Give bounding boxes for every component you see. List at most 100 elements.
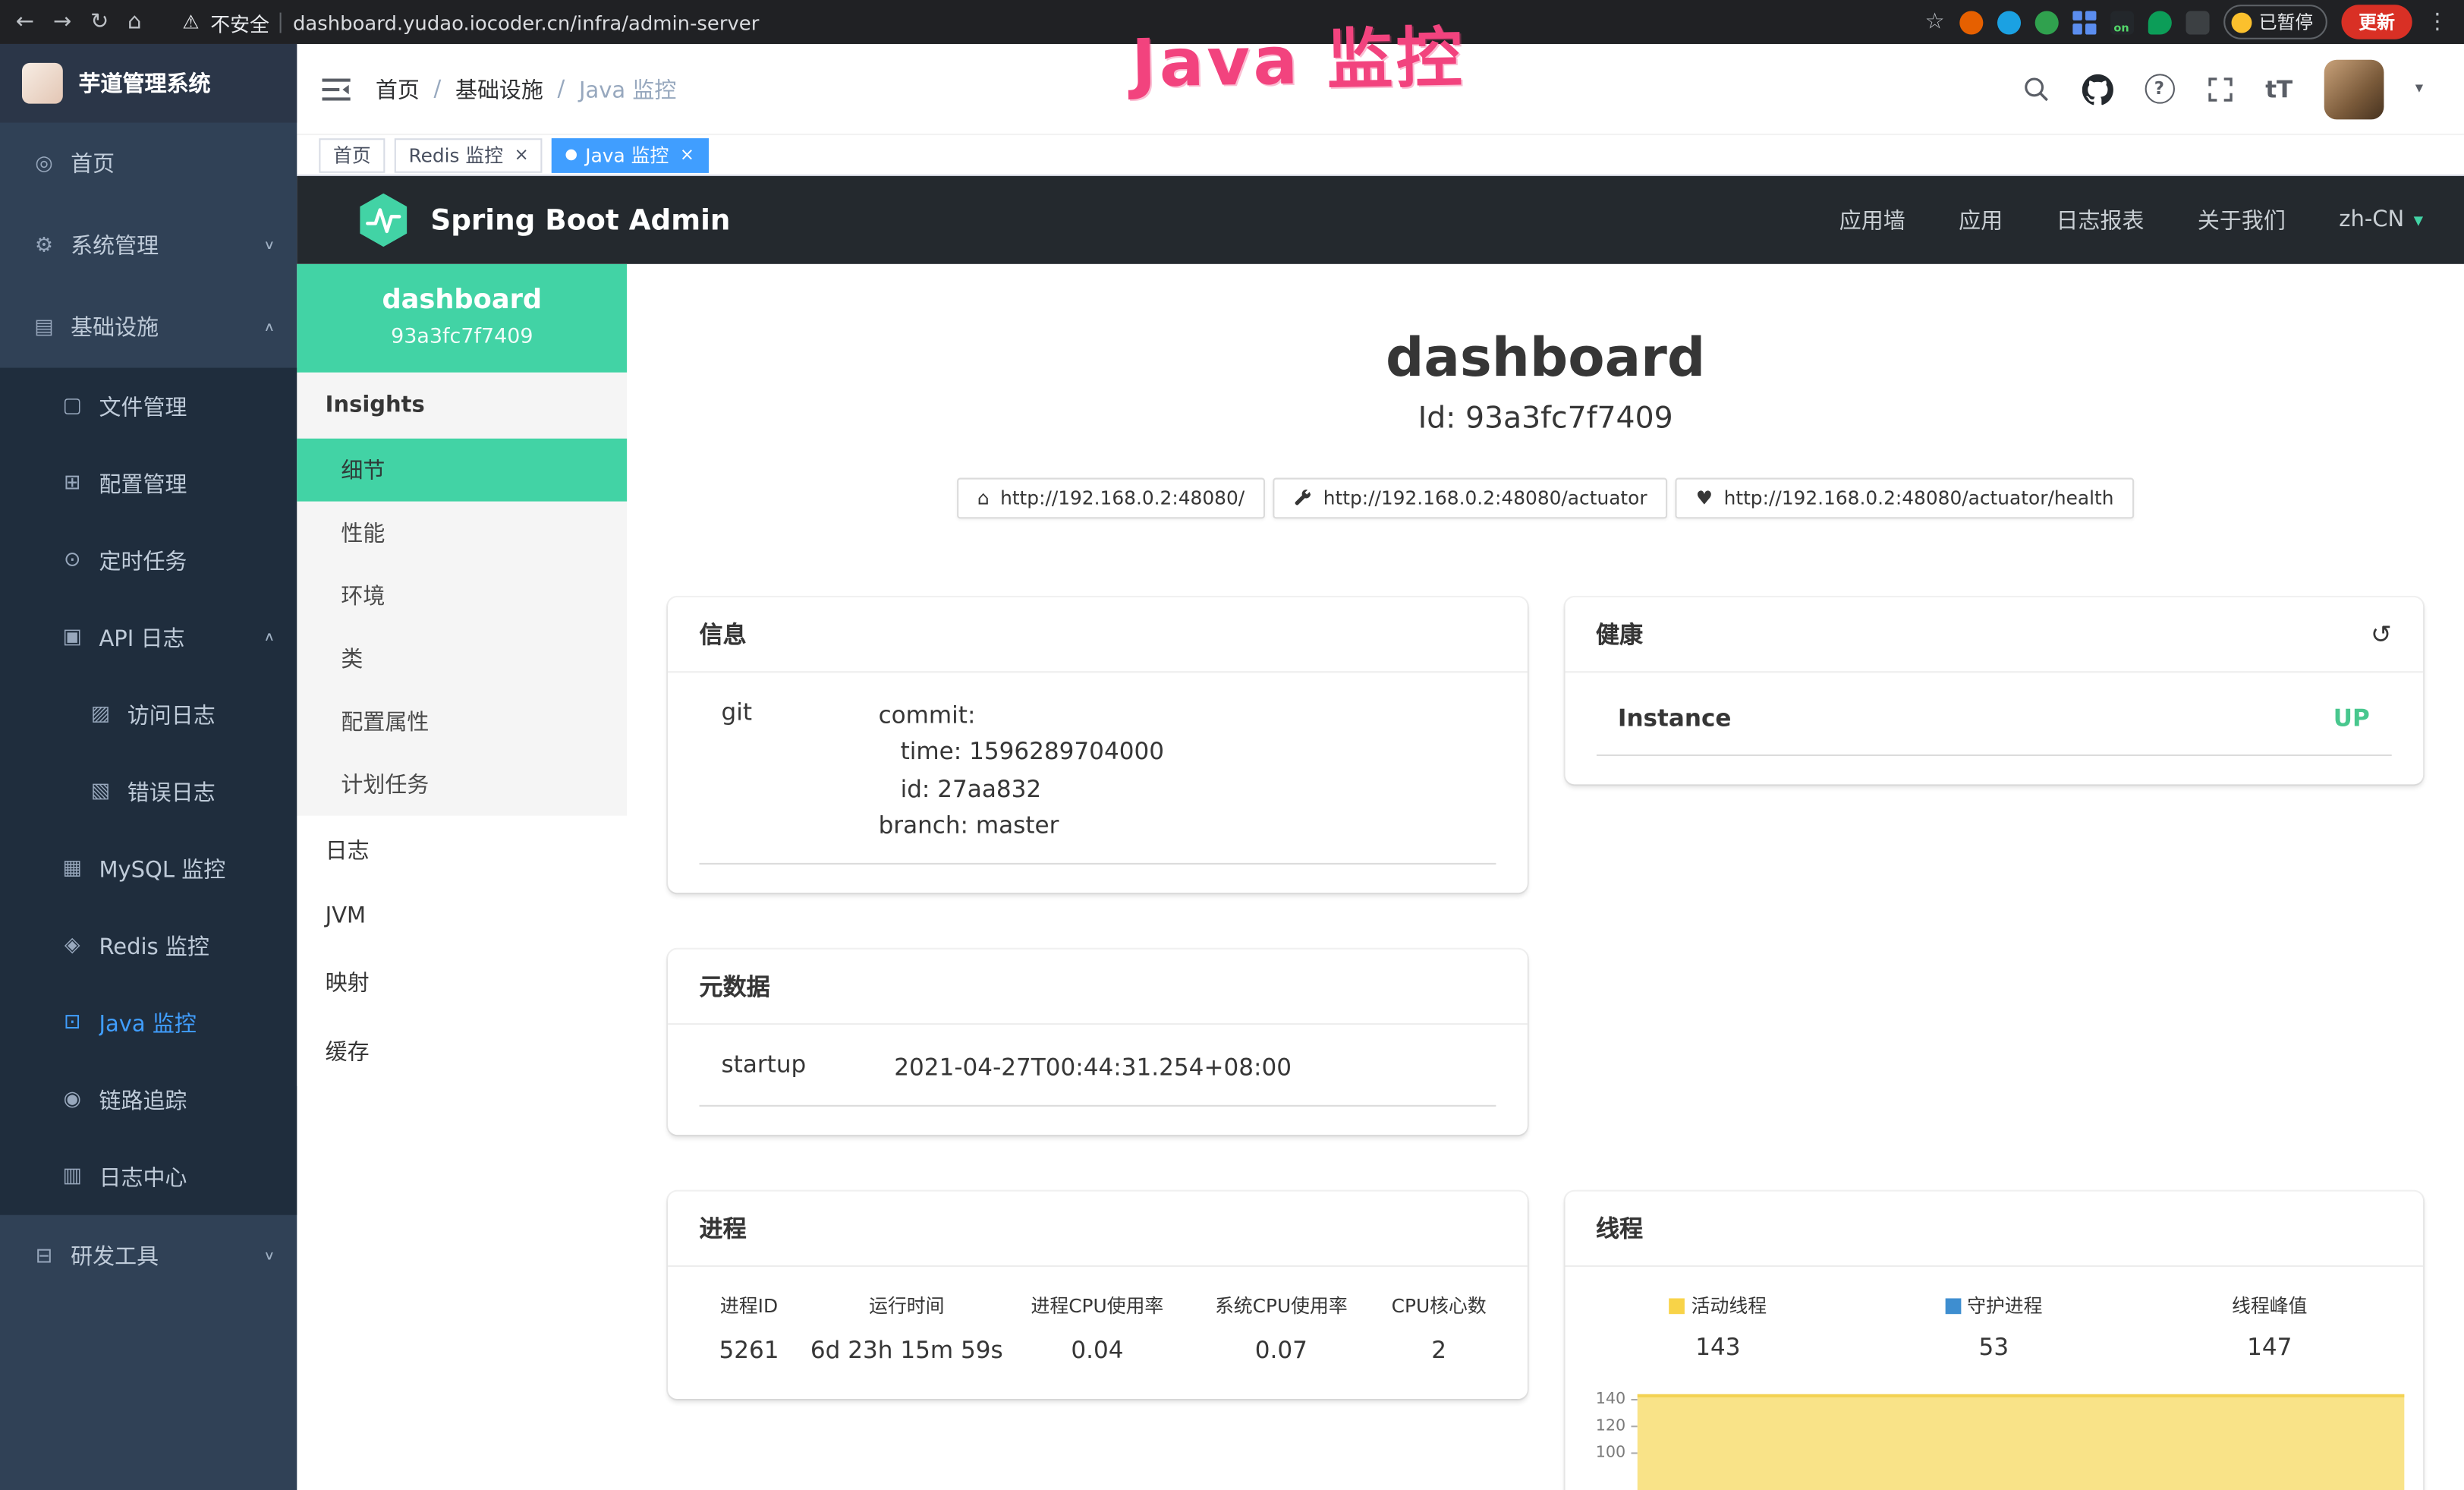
legend-value: 143	[1580, 1334, 1855, 1362]
sidebar-item-file-management[interactable]: ▢ 文件管理	[0, 368, 297, 445]
update-button[interactable]: 更新	[2341, 5, 2412, 39]
paused-badge[interactable]: 已暂停	[2223, 5, 2327, 39]
tab-java-monitor[interactable]: Java 监控 ×	[552, 137, 709, 172]
sidebar-item-api-logs[interactable]: ▣ API 日志 ∧	[0, 599, 297, 676]
breadcrumb-infrastructure[interactable]: 基础设施	[455, 73, 543, 104]
app-title: 芋道管理系统	[79, 68, 211, 99]
chevron-down-icon: ∨	[263, 238, 275, 252]
chart-y-axis: 140 120 100	[1586, 1384, 1636, 1490]
sba-nav-wallboard[interactable]: 应用墙	[1839, 204, 1905, 235]
legend-square-yellow-icon	[1669, 1298, 1685, 1314]
fullscreen-icon[interactable]	[2205, 74, 2233, 102]
sidebar-toggle-icon[interactable]	[323, 76, 351, 101]
card-title: 信息	[700, 618, 747, 650]
chevron-down-icon: ▾	[2414, 209, 2423, 231]
sidebar-item-dev-tools[interactable]: ⊟ 研发工具 ∨	[0, 1215, 297, 1297]
sidebar-item-scheduled-jobs[interactable]: ⊙ 定时任务	[0, 522, 297, 599]
bookmark-star-icon[interactable]: ☆	[1925, 11, 1945, 33]
sba-item-logs[interactable]: 日志	[297, 816, 627, 885]
tab-label: Redis 监控	[408, 141, 503, 168]
sidebar-item-redis-monitor[interactable]: ◈ Redis 监控	[0, 907, 297, 984]
sidebar-item-label: 基础设施	[71, 311, 249, 342]
sidebar-item-label: MySQL 监控	[99, 852, 275, 884]
process-card: 进程 进程ID 5261 运行时间 6d 23h 15m	[668, 1192, 1527, 1399]
avatar-caret-icon[interactable]: ▾	[2415, 80, 2423, 98]
sba-item-environment[interactable]: 环境	[297, 564, 627, 627]
extension-fox-icon[interactable]	[1959, 10, 1982, 33]
legend-peak-threads: 线程峰值 147	[2132, 1293, 2407, 1362]
sba-locale-select[interactable]: zh-CN ▾	[2339, 207, 2423, 232]
browser-menu-icon[interactable]: ⋮	[2426, 11, 2448, 33]
legend-value: 147	[2132, 1334, 2407, 1362]
sba-brand[interactable]: Spring Boot Admin	[430, 203, 730, 236]
tab-home[interactable]: 首页	[319, 137, 385, 172]
address-bar[interactable]: ⚠ 不安全 dashboard.yudao.iocoder.cn/infra/a…	[182, 7, 759, 36]
sba-nav-applications[interactable]: 应用	[1959, 204, 2003, 235]
tab-redis-monitor[interactable]: Redis 监控 ×	[395, 137, 543, 172]
extension-leaf-icon[interactable]	[2148, 10, 2171, 33]
help-icon[interactable]: ?	[2145, 74, 2174, 103]
sidebar-item-home[interactable]: ◎ 首页	[0, 123, 297, 205]
active-dot	[566, 150, 577, 160]
sba-item-jvm[interactable]: JVM	[297, 885, 627, 948]
health-url-link[interactable]: ♥ http://192.168.0.2:48080/actuator/heal…	[1676, 478, 2135, 519]
chevron-down-icon: ∨	[263, 1249, 275, 1262]
sba-instance-header[interactable]: dashboard 93a3fc7f7409	[297, 264, 627, 373]
extensions-puzzle-icon[interactable]	[2185, 10, 2208, 33]
sba-item-scheduled-tasks[interactable]: 计划任务	[297, 753, 627, 816]
browser-home-icon[interactable]: ⌂	[127, 11, 141, 33]
security-warning-label[interactable]: 不安全	[210, 7, 269, 36]
sidebar-item-access-logs[interactable]: ▨ 访问日志	[0, 676, 297, 752]
back-icon[interactable]: ←	[16, 11, 34, 33]
y-tick: 120	[1596, 1413, 1637, 1440]
sidebar-item-infrastructure[interactable]: ▤ 基础设施 ∧	[0, 286, 297, 368]
actuator-url-link[interactable]: http://192.168.0.2:48080/actuator	[1273, 478, 1667, 519]
breadcrumb-home[interactable]: 首页	[376, 73, 420, 104]
history-icon[interactable]: ↺	[2371, 619, 2392, 649]
search-icon[interactable]	[2022, 74, 2050, 102]
sidebar-item-error-logs[interactable]: ▧ 错误日志	[0, 753, 297, 830]
service-url-link[interactable]: ⌂ http://192.168.0.2:48080/	[957, 478, 1265, 519]
sidebar-menu: ◎ 首页 ⚙ 系统管理 ∨ ▤ 基础设施 ∧ ▢ 文件管理	[0, 123, 297, 1297]
sba-item-config-props[interactable]: 配置属性	[297, 690, 627, 753]
sidebar-item-tracing[interactable]: ◉ 链路追踪	[0, 1061, 297, 1138]
close-icon[interactable]: ×	[680, 145, 694, 165]
sidebar-item-java-monitor[interactable]: ⊡ Java 监控	[0, 984, 297, 1060]
sba-item-caches[interactable]: 缓存	[297, 1017, 627, 1086]
threads-card: 线程 活动线程 143	[1564, 1192, 2423, 1490]
extension-green-icon[interactable]	[2034, 10, 2058, 33]
threads-chart: 140 120 100	[1564, 1384, 2423, 1490]
detail-cards: 信息 git commit: time: 1596289704000 id: 2	[668, 597, 2423, 1490]
extension-grid-icon[interactable]	[2072, 10, 2095, 33]
avatar[interactable]	[2324, 59, 2384, 119]
close-icon[interactable]: ×	[515, 145, 529, 165]
font-size-icon[interactable]: tT	[2265, 74, 2292, 102]
card-title: 线程	[1596, 1212, 1643, 1245]
sidebar-item-mysql-monitor[interactable]: ▦ MySQL 监控	[0, 830, 297, 906]
instance-links: ⌂ http://192.168.0.2:48080/ http://192.1…	[668, 478, 2423, 519]
sba-item-mappings[interactable]: 映射	[297, 948, 627, 1017]
sidebar-item-system[interactable]: ⚙ 系统管理 ∨	[0, 204, 297, 286]
forward-icon[interactable]: →	[53, 11, 71, 33]
spring-boot-admin-logo-icon	[360, 194, 407, 247]
extension-on-icon[interactable]: on	[2110, 10, 2133, 33]
github-icon[interactable]	[2082, 73, 2113, 104]
sidebar-item-label: 访问日志	[127, 698, 275, 729]
home-icon: ⌂	[977, 487, 990, 509]
sidebar-item-config-management[interactable]: ⊞ 配置管理	[0, 445, 297, 521]
app-logo-row[interactable]: 芋道管理系统	[0, 44, 297, 123]
sba-item-classes[interactable]: 类	[297, 627, 627, 690]
url-text[interactable]: dashboard.yudao.iocoder.cn/infra/admin-s…	[293, 10, 759, 33]
sba-nav-journal[interactable]: 日志报表	[2056, 204, 2145, 235]
instance-id-short: 93a3fc7f7409	[313, 326, 611, 349]
reload-icon[interactable]: ↻	[90, 11, 109, 33]
info-key: git	[700, 698, 879, 844]
extension-drop-icon[interactable]	[1997, 10, 2020, 33]
sidebar-item-label: 研发工具	[71, 1240, 249, 1271]
sidebar-submenu-infrastructure: ▢ 文件管理 ⊞ 配置管理 ⊙ 定时任务 ▣ API 日志 ∧	[0, 368, 297, 1215]
sba-nav-about[interactable]: 关于我们	[2198, 204, 2286, 235]
sidebar-item-log-center[interactable]: ▥ 日志中心	[0, 1138, 297, 1214]
chevron-up-icon: ∧	[263, 320, 275, 334]
sba-item-details[interactable]: 细节	[297, 439, 627, 502]
sba-item-metrics[interactable]: 性能	[297, 502, 627, 565]
